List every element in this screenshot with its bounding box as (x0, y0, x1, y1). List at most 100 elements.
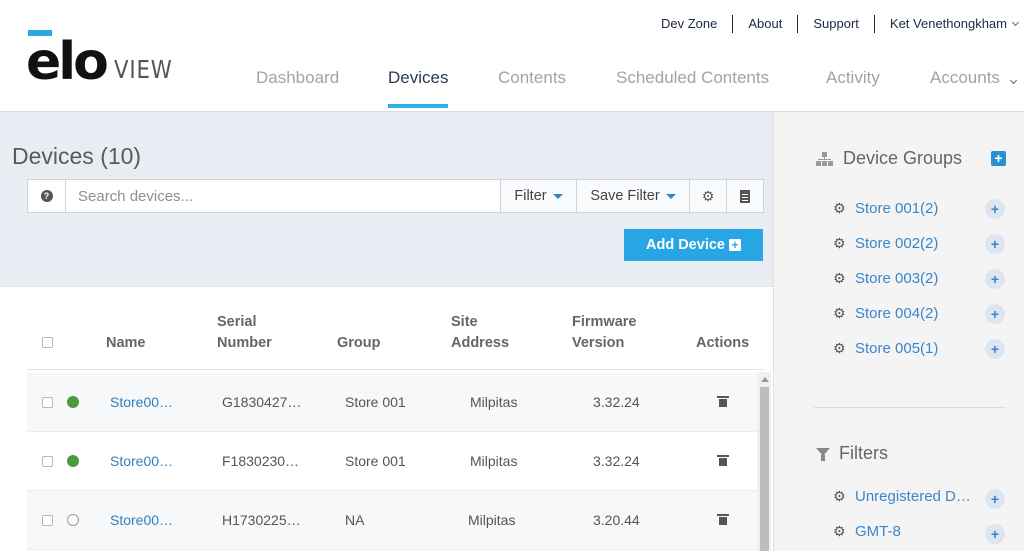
add-to-group-button[interactable]: + (985, 269, 1005, 289)
group-item[interactable]: ⚙ Store 001(2) (833, 198, 938, 218)
group-label[interactable]: Store 002(2) (855, 235, 938, 252)
column-firmware-line2: Version (572, 335, 625, 351)
gear-icon[interactable]: ⚙ (833, 305, 855, 322)
sidebar-divider (814, 407, 1006, 408)
table-row[interactable]: Store00… F1830230… Store 001 Milpitas 3.… (27, 432, 757, 491)
support-link[interactable]: Support (798, 15, 875, 33)
tab-dashboard[interactable]: Dashboard (256, 68, 339, 88)
trash-icon[interactable] (717, 514, 729, 525)
tab-scheduled-contents[interactable]: Scheduled Contents (616, 68, 769, 88)
filter-label[interactable]: Unregistered D… (855, 488, 971, 505)
user-name: Ket Venethongkham (889, 16, 1007, 31)
column-serial-number[interactable]: Serial Number (217, 312, 272, 354)
tab-accounts[interactable]: Accounts (930, 68, 1017, 88)
group-item[interactable]: ⚙ Store 002(2) (833, 233, 938, 253)
filter-icon-stem (821, 455, 825, 461)
save-filter-dropdown[interactable]: Save Filter (576, 180, 689, 212)
group-name: Store 001 (345, 453, 406, 469)
logo-accent-bar (28, 30, 52, 36)
group-item[interactable]: ⚙ Store 004(2) (833, 303, 938, 323)
column-group[interactable]: Group (337, 333, 381, 354)
search-help-button[interactable]: ? (28, 180, 66, 212)
gear-icon: ⚙ (701, 187, 715, 204)
add-to-group-button[interactable]: + (985, 304, 1005, 324)
question-icon: ? (40, 190, 53, 202)
filter-item[interactable]: ⚙ Unregistered D… (833, 486, 971, 506)
gear-icon[interactable]: ⚙ (833, 488, 855, 505)
group-name: NA (345, 512, 365, 528)
document-icon (740, 189, 750, 203)
table-header: Name Serial Number Group Site Address Fi… (27, 306, 764, 370)
add-device-label: Add Device (646, 237, 725, 253)
group-label[interactable]: Store 001(2) (855, 200, 938, 217)
scroll-up-arrow-icon[interactable] (761, 377, 769, 382)
chevron-down-icon (1009, 76, 1017, 85)
gear-icon[interactable]: ⚙ (833, 270, 855, 287)
tab-devices-label: Devices (388, 68, 449, 87)
filter-label[interactable]: GMT-8 (855, 523, 901, 540)
column-firmware-line1: Firmware (572, 314, 637, 330)
gear-icon[interactable]: ⚙ (833, 523, 855, 540)
apply-filter-button[interactable]: + (985, 489, 1005, 509)
column-site-address[interactable]: Site Address (451, 312, 509, 354)
devices-panel: Devices (10) ? Filter Save Filter ⚙ Add … (0, 112, 773, 551)
filter-label: Filter (514, 188, 547, 204)
column-name[interactable]: Name (106, 333, 146, 354)
add-to-group-button[interactable]: + (985, 199, 1005, 219)
column-firmware-version[interactable]: Firmware Version (572, 312, 636, 354)
group-label[interactable]: Store 005(1) (855, 340, 938, 357)
device-groups-title: Device Groups (843, 148, 963, 168)
serial-number: F1830230… (222, 453, 300, 469)
scrollbar-thumb[interactable] (760, 387, 769, 551)
firmware-version: 3.32.24 (593, 394, 640, 410)
save-filter-label: Save Filter (590, 188, 660, 204)
table-row[interactable]: Store00… H1730225… NA Milpitas 3.20.44 (27, 491, 757, 550)
table-row[interactable]: Store00… G1830427… Store 001 Milpitas 3.… (27, 373, 757, 432)
add-device-button[interactable]: Add Device + (624, 229, 763, 261)
group-label[interactable]: Store 003(2) (855, 270, 938, 287)
filters-title: Filters (839, 443, 888, 463)
firmware-version: 3.32.24 (593, 453, 640, 469)
group-label[interactable]: Store 004(2) (855, 305, 938, 322)
tab-devices[interactable]: Devices (388, 68, 449, 108)
select-all-checkbox[interactable] (42, 337, 53, 348)
device-name-link[interactable]: Store00… (110, 453, 173, 469)
tab-activity[interactable]: Activity (826, 68, 880, 88)
tab-contents[interactable]: Contents (498, 68, 566, 88)
filter-item[interactable]: ⚙ GMT-8 (833, 521, 901, 541)
gear-icon[interactable]: ⚙ (833, 200, 855, 217)
caret-down-icon (552, 193, 563, 199)
device-name-link[interactable]: Store00… (110, 512, 173, 528)
add-group-button[interactable]: + (991, 151, 1006, 166)
device-name-link[interactable]: Store00… (110, 394, 173, 410)
devices-toolbar-area: Devices (10) ? Filter Save Filter ⚙ Add … (0, 112, 773, 287)
trash-icon[interactable] (717, 455, 729, 466)
column-site-line1: Site (451, 314, 478, 330)
top-links: Dev Zone About Support Ket Venethongkham (646, 14, 1024, 34)
about-link[interactable]: About (733, 15, 799, 33)
user-menu[interactable]: Ket Venethongkham (875, 15, 1024, 33)
site-address: Milpitas (470, 394, 518, 410)
hierarchy-icon (816, 152, 833, 166)
export-button[interactable] (726, 180, 763, 212)
group-item[interactable]: ⚙ Store 003(2) (833, 268, 938, 288)
status-online-icon (67, 455, 79, 467)
add-to-group-button[interactable]: + (985, 339, 1005, 359)
trash-icon[interactable] (717, 396, 729, 407)
main-nav: Dashboard Devices Contents Scheduled Con… (0, 56, 1024, 112)
add-to-group-button[interactable]: + (985, 234, 1005, 254)
row-checkbox[interactable] (42, 456, 53, 467)
row-checkbox[interactable] (42, 515, 53, 526)
search-bar: ? Filter Save Filter ⚙ (27, 179, 764, 213)
apply-filter-button[interactable]: + (985, 524, 1005, 544)
gear-icon[interactable]: ⚙ (833, 340, 855, 357)
row-checkbox[interactable] (42, 397, 53, 408)
gear-icon[interactable]: ⚙ (833, 235, 855, 252)
settings-button[interactable]: ⚙ (689, 180, 726, 212)
group-item[interactable]: ⚙ Store 005(1) (833, 338, 938, 358)
search-input[interactable] (66, 180, 500, 212)
dev-zone-link[interactable]: Dev Zone (646, 15, 734, 33)
site-address: Milpitas (470, 453, 518, 469)
filter-dropdown[interactable]: Filter (500, 180, 576, 212)
page-title: Devices (10) (12, 143, 142, 169)
